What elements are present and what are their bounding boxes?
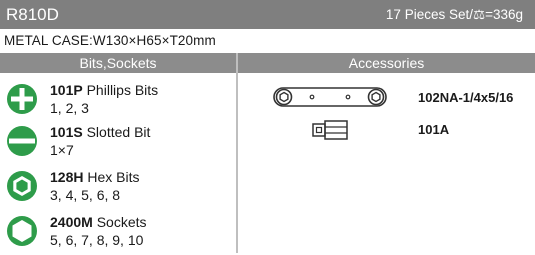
bit-sizes: 5, 6, 7, 8, 9, 10 xyxy=(50,232,144,248)
phillips-icon xyxy=(7,84,37,114)
title-bar: R810D 17 Pieces Set/⚖=336g xyxy=(0,0,535,29)
column-divider xyxy=(236,53,238,253)
bit-sizes: 1×7 xyxy=(50,142,74,158)
pieces-weight: 17 Pieces Set/⚖=336g xyxy=(385,6,523,22)
bit-type: Sockets xyxy=(92,214,147,230)
bit-code: 128H xyxy=(50,169,84,185)
bit-adapter-icon xyxy=(312,120,348,140)
bit-sizes: 1, 2, 3 xyxy=(50,100,89,116)
model-number: R810D xyxy=(6,4,59,24)
list-item: 101P Phillips Bits 1, 2, 3 xyxy=(0,79,236,123)
column-header-bits: Bits,Sockets xyxy=(0,53,236,73)
list-item: 2400M Sockets 5, 6, 7, 8, 9, 10 xyxy=(0,211,236,255)
ratchet-wrench-icon xyxy=(273,87,387,107)
list-item: 101S Slotted Bit 1×7 xyxy=(0,121,236,165)
bit-code: 101S xyxy=(50,124,83,140)
bit-type: Phillips Bits xyxy=(82,82,159,98)
hex-icon xyxy=(7,171,37,201)
bit-sizes: 3, 4, 5, 6, 8 xyxy=(50,187,121,203)
bit-name: 101S Slotted Bit xyxy=(50,124,150,140)
bit-type: Slotted Bit xyxy=(82,124,151,140)
column-header-accessories: Accessories xyxy=(238,53,535,73)
bit-name: 101P Phillips Bits xyxy=(50,82,158,98)
socket-icon xyxy=(7,216,37,246)
accessory-label: 101A xyxy=(418,122,450,137)
accessory-label: 102NA-1/4x5/16 xyxy=(418,90,514,105)
list-item: 128H Hex Bits 3, 4, 5, 6, 8 xyxy=(0,166,236,210)
bit-code: 101P xyxy=(50,82,83,98)
bit-name: 2400M Sockets xyxy=(50,214,147,230)
case-dimensions: METAL CASE:W130×H65×T20mm xyxy=(4,33,216,48)
bit-type: Hex Bits xyxy=(83,169,140,185)
slotted-icon xyxy=(7,126,37,156)
bit-name: 128H Hex Bits xyxy=(50,169,139,185)
bit-code: 2400M xyxy=(50,214,93,230)
